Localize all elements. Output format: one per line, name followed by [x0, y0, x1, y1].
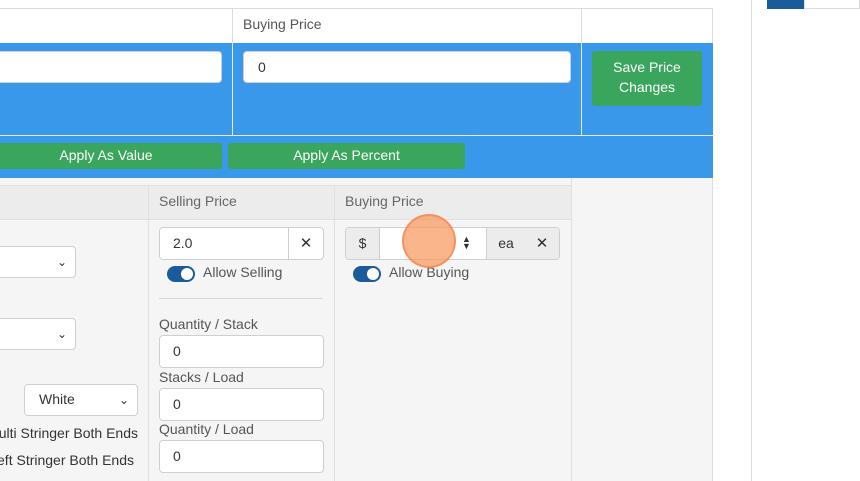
left-stringer-option[interactable]: Left Stringer Both Ends	[0, 452, 134, 468]
selling-price-column-header: Selling Price	[159, 193, 237, 209]
sidebar-tab[interactable]	[804, 0, 860, 9]
selling-price-value: 2.0	[173, 235, 193, 251]
price-header-row	[0, 8, 713, 44]
buying-price-header: Buying Price	[243, 16, 322, 32]
option-select[interactable]: ⌄	[0, 318, 76, 350]
save-price-changes-button[interactable]: Save Price Changes	[592, 51, 702, 106]
panel-divider	[232, 43, 233, 136]
column-divider	[334, 185, 335, 481]
currency-addon: $	[346, 228, 380, 259]
quantity-load-label: Quantity / Load	[159, 421, 254, 437]
bulk-buying-price-input[interactable]: 0	[243, 51, 571, 83]
stacks-load-input[interactable]: 0	[159, 388, 324, 421]
chevron-down-icon: ⌄	[56, 327, 67, 341]
color-select[interactable]: White ⌄	[24, 384, 138, 416]
cursor-click-indicator	[402, 214, 456, 268]
multi-stringer-option[interactable]: Multi Stringer Both Ends	[0, 425, 138, 441]
column-header-row	[0, 185, 571, 220]
toggle-knob	[367, 268, 379, 280]
allow-selling-label: Allow Selling	[203, 264, 283, 280]
toggle-knob	[181, 268, 193, 280]
chevron-down-icon: ⌄	[118, 393, 129, 407]
section-divider	[159, 298, 323, 299]
option-select[interactable]: ⌄	[0, 246, 76, 278]
chevron-down-icon: ⌄	[56, 255, 67, 269]
buying-price-column-header: Buying Price	[345, 193, 424, 209]
selling-price-input[interactable]: 2.0 ✕	[159, 227, 324, 260]
close-icon[interactable]: ✕	[288, 228, 323, 259]
allow-buying-toggle[interactable]	[353, 266, 381, 282]
close-icon[interactable]: ✕	[525, 228, 559, 259]
color-select-value: White	[39, 391, 75, 407]
apply-as-percent-button[interactable]: Apply As Percent	[228, 143, 465, 169]
quantity-stack-label: Quantity / Stack	[159, 316, 258, 332]
actions-column	[571, 178, 713, 481]
allow-selling-toggle[interactable]	[167, 266, 195, 282]
panel-divider	[0, 135, 713, 136]
spinner-arrows-icon[interactable]: ▲ ▼	[462, 235, 471, 251]
quantity-stack-input[interactable]: 0	[159, 335, 324, 368]
panel-divider	[581, 43, 582, 136]
bulk-selling-price-input[interactable]	[0, 51, 222, 83]
stacks-load-label: Stacks / Load	[159, 369, 244, 385]
sidebar-divider	[751, 0, 752, 481]
quantity-load-input[interactable]: 0	[159, 440, 324, 473]
apply-as-value-button[interactable]: Apply As Value	[0, 143, 222, 169]
header-divider	[232, 8, 233, 44]
unit-addon: ea	[486, 228, 526, 259]
sidebar-tab-active[interactable]	[767, 0, 804, 9]
column-divider	[148, 185, 149, 481]
header-divider	[581, 8, 582, 44]
